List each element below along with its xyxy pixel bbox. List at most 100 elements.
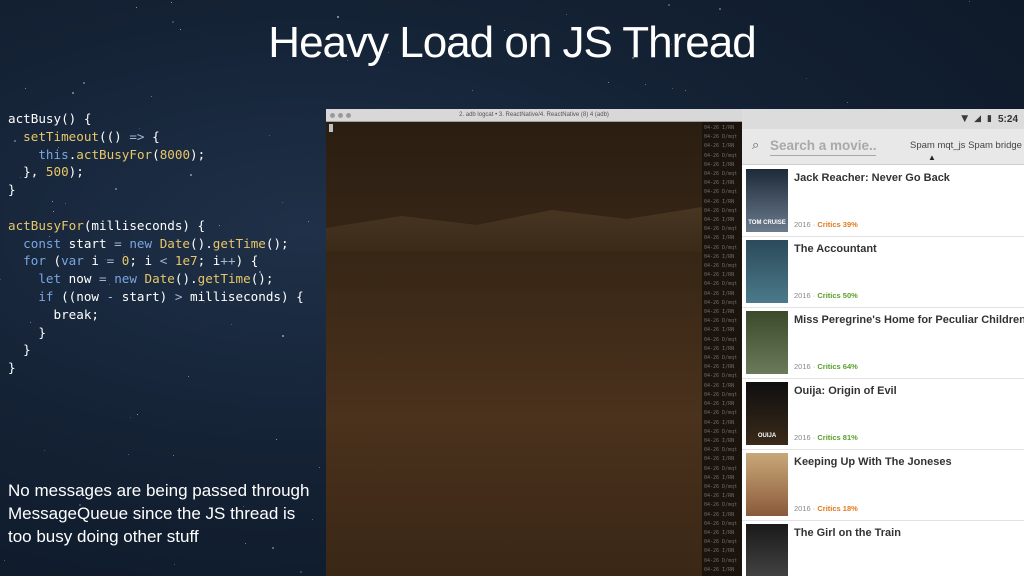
- log-line: 04-26 D/mqt: [704, 447, 738, 454]
- terminal-cursor: [329, 124, 333, 132]
- log-line: 04-26 I/RN: [704, 345, 735, 352]
- movie-title: Keeping Up With The Joneses: [794, 456, 952, 468]
- log-line: 04-26 I/RN: [704, 419, 735, 426]
- log-line: 04-26 D/mqt: [704, 391, 738, 398]
- critics-score: Critics 39%: [817, 220, 858, 229]
- movie-row[interactable]: TOM CRUISE Jack Reacher: Never Go Back 201…: [742, 166, 1024, 237]
- log-line: 04-26 I/RN: [704, 327, 735, 334]
- code-line: for (var i = 0; i < 1e7; i++) {: [23, 253, 259, 269]
- log-line: 04-26 D/mqt: [704, 171, 738, 178]
- terminal-titlebar[interactable]: 2. adb logcat • 3. ReactNative/4. ReactN…: [326, 109, 742, 122]
- terminal-title: 2. adb logcat • 3. ReactNative/4. ReactN…: [459, 112, 609, 118]
- slide-note: No messages are being passed through Mes…: [8, 481, 310, 546]
- log-line: 04-26 D/mqt: [704, 207, 738, 214]
- search-input[interactable]: [770, 136, 876, 156]
- log-line: 04-26 D/mqt: [704, 483, 738, 490]
- movie-row[interactable]: Keeping Up With The Joneses 2016 · Critic…: [742, 450, 1024, 521]
- movie-meta: 2016 · Critics 81%: [794, 433, 858, 442]
- log-line: 04-26 I/RN: [704, 548, 735, 555]
- log-line: 04-26 D/mqt: [704, 520, 738, 527]
- log-line: 04-26 D/mqt: [704, 134, 738, 141]
- code-line: }: [8, 182, 16, 198]
- log-line: 04-26 D/mqt: [704, 299, 738, 306]
- log-line: 04-26 I/RN: [704, 272, 735, 279]
- movie-year: 2016: [794, 291, 811, 300]
- movie-title: Jack Reacher: Never Go Back: [794, 172, 950, 184]
- wifi-icon: ▼: [961, 114, 969, 124]
- movie-year: 2016: [794, 362, 811, 371]
- movie-poster: [746, 311, 788, 374]
- log-line: 04-26 I/RN: [704, 290, 735, 297]
- log-line: 04-26 I/RN: [704, 382, 735, 389]
- log-line: 04-26 D/mqt: [704, 428, 738, 435]
- code-line: break;: [8, 306, 99, 322]
- code-line: }: [8, 324, 46, 340]
- movie-row[interactable]: The Accountant 2016 · Critics 50%: [742, 237, 1024, 308]
- log-line: 04-26 D/mqt: [704, 539, 738, 546]
- movie-year: 2016: [794, 220, 811, 229]
- log-line: 04-26 I/RN: [704, 235, 735, 242]
- movie-meta: 2016 · Critics 50%: [794, 291, 858, 300]
- code-line: const start = new Date().getTime();: [23, 235, 289, 251]
- log-line: 04-26 D/mqt: [704, 373, 738, 380]
- battery-icon: ▮: [987, 114, 992, 124]
- log-line: 04-26 D/mqt: [704, 318, 738, 325]
- log-line: 04-26 D/mqt: [704, 410, 738, 417]
- log-line: 04-26 I/RN: [704, 401, 735, 408]
- code-line: let now = new Date().getTime();: [38, 271, 274, 287]
- movie-meta: 2016 · Critics 39%: [794, 220, 858, 229]
- log-line: 04-26 I/RN: [704, 529, 735, 536]
- movie-row[interactable]: Miss Peregrine's Home for Peculiar Child…: [742, 308, 1024, 379]
- status-time: 5:24: [997, 113, 1018, 125]
- log-line: 04-26 I/RN: [704, 437, 735, 444]
- critics-score: Critics 50%: [817, 291, 858, 300]
- log-line: 04-26 I/RN: [704, 143, 735, 150]
- log-line: 04-26 I/RN: [704, 566, 735, 573]
- log-line: 04-26 D/mqt: [704, 355, 738, 362]
- code-line: }, 500);: [8, 164, 84, 180]
- code-line: actBusy() {: [8, 111, 92, 126]
- movie-row[interactable]: OUIJA Ouija: Origin of Evil 2016 · Critics…: [742, 379, 1024, 450]
- log-line: 04-26 I/RN: [704, 198, 735, 205]
- critics-score: Critics 18%: [817, 504, 858, 513]
- movie-meta: 2016 · Critics 18%: [794, 504, 858, 513]
- movie-year: 2016: [794, 433, 811, 442]
- signal-icon: ◢: [974, 114, 982, 124]
- log-line: 04-26 D/mqt: [704, 226, 738, 233]
- movie-year: 2016: [794, 504, 811, 513]
- log-line: 04-26 I/RN: [704, 180, 735, 187]
- terminal-background-image: [326, 122, 702, 576]
- log-line: 04-26 D/mqt: [704, 263, 738, 270]
- log-line: 04-26 I/RN: [704, 161, 735, 168]
- code-line: if ((now - start) > milliseconds) {: [38, 288, 304, 304]
- code-line: }: [8, 342, 31, 358]
- mouse-pointer-icon: ▲: [928, 153, 936, 162]
- poster-label: TOM CRUISE: [748, 220, 786, 226]
- poster-label: OUIJA: [757, 433, 777, 439]
- code-line: actBusyFor(milliseconds) {: [8, 217, 206, 233]
- log-line: 04-26 D/mqt: [704, 502, 738, 509]
- movie-title: Miss Peregrine's Home for Peculiar Child…: [794, 314, 1024, 326]
- phone-screen: ▼ ◢ ▮ 5:24 ⌕ Spam mqt_js Spam bridge ▲ T…: [742, 109, 1024, 576]
- log-line: 04-26 I/RN: [704, 493, 735, 500]
- log-line: 04-26 D/mqt: [704, 336, 738, 343]
- movie-poster: OUIJA: [746, 382, 788, 445]
- code-line: setTimeout(() => {: [23, 128, 160, 144]
- slide-title: Heavy Load on JS Thread: [268, 18, 756, 67]
- critics-score: Critics 81%: [817, 433, 858, 442]
- log-line: 04-26 I/RN: [704, 511, 735, 518]
- log-line: 04-26 D/mqt: [704, 189, 738, 196]
- log-line: 04-26 I/RN: [704, 217, 735, 224]
- log-line: 04-26 I/RN: [704, 364, 735, 371]
- log-line: 04-26 I/RN: [704, 253, 735, 260]
- spam-text: Spam mqt_js Spam bridge: [910, 140, 1022, 151]
- movie-poster: [746, 524, 788, 576]
- movie-title: Ouija: Origin of Evil: [794, 385, 897, 397]
- log-line: 04-26 I/RN: [704, 474, 735, 481]
- code-line: }: [8, 360, 16, 376]
- movie-list[interactable]: TOM CRUISE Jack Reacher: Never Go Back 201…: [742, 166, 1024, 576]
- log-line: 04-26 I/RN: [704, 125, 735, 131]
- movie-row[interactable]: The Girl on the Train: [742, 521, 1024, 576]
- log-line: 04-26 I/RN: [704, 309, 735, 316]
- terminal-window: 2. adb logcat • 3. ReactNative/4. ReactN…: [326, 109, 742, 576]
